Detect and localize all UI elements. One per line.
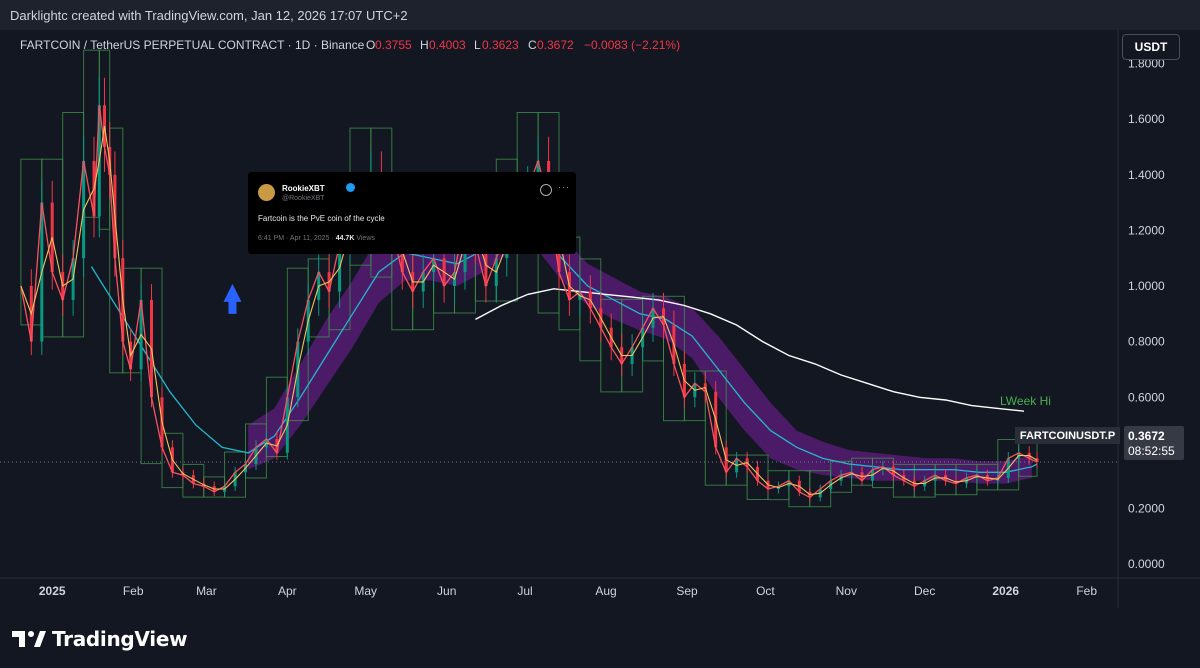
tweet-views-label: Views bbox=[354, 235, 375, 242]
week-hi-label: LWeek Hi bbox=[1000, 394, 1051, 408]
tradingview-logo[interactable]: TradingView bbox=[12, 626, 188, 652]
legend-o-label: O bbox=[366, 38, 375, 52]
tweet-avatar bbox=[258, 184, 275, 201]
current-price: 0.3672 bbox=[1128, 429, 1165, 443]
footer: TradingView bbox=[0, 608, 1200, 668]
x-tick-label: 2025 bbox=[39, 584, 66, 598]
credit-bar: Darklightc created with TradingView.com,… bbox=[0, 0, 1200, 31]
legend-symbol: FARTCOIN / TetherUS PERPETUAL CONTRACT ·… bbox=[20, 38, 365, 52]
legend-h-value: 0.4003 bbox=[429, 38, 466, 52]
tweet-meta: 6:41 PM · Apr 11, 2025 · 44.7K Views bbox=[258, 235, 375, 242]
credit-text: Darklightc created with TradingView.com,… bbox=[10, 8, 408, 23]
x-tick-label: Oct bbox=[756, 584, 775, 598]
x-tick-label: 2026 bbox=[992, 584, 1019, 598]
x-tick-label: Apr bbox=[278, 584, 297, 598]
legend-h-label: H bbox=[420, 38, 429, 52]
verified-badge-icon bbox=[346, 183, 355, 192]
tweet-name: RookieXBT bbox=[282, 184, 325, 193]
y-tick-label: 0.0000 bbox=[1128, 557, 1165, 571]
y-tick-label: 1.0000 bbox=[1128, 279, 1165, 293]
bar-countdown: 08:52:55 bbox=[1128, 444, 1175, 458]
more-options-icon[interactable]: ··· bbox=[558, 182, 570, 192]
legend-c-value: 0.3672 bbox=[537, 38, 574, 52]
x-tick-label: Nov bbox=[836, 584, 857, 598]
y-tick-label: 1.4000 bbox=[1128, 168, 1165, 182]
tweet-views: 44.7K bbox=[335, 235, 355, 242]
tradingview-logo-icon bbox=[12, 631, 46, 647]
legend-c-label: C bbox=[528, 38, 537, 52]
legend-l-label: L bbox=[474, 38, 481, 52]
y-tick-label: 0.2000 bbox=[1128, 502, 1165, 516]
x-tick-label: Dec bbox=[914, 584, 935, 598]
legend-o-value: 0.3755 bbox=[375, 38, 412, 52]
grok-icon[interactable] bbox=[540, 184, 552, 196]
tweet-text: Fartcoin is the PvE coin of the cycle bbox=[258, 214, 385, 223]
x-tick-label: May bbox=[354, 584, 377, 598]
tradingview-brand: TradingView bbox=[52, 627, 188, 651]
tweet-time: 6:41 PM · Apr 11, 2025 · bbox=[258, 235, 336, 242]
current-price-box: 0.3672 08:52:55 bbox=[1124, 426, 1184, 460]
x-tick-label: Feb bbox=[1076, 584, 1097, 598]
x-tick-label: Feb bbox=[123, 584, 144, 598]
x-tick-label: Jun bbox=[437, 584, 456, 598]
tweet-handle: @RookieXBT bbox=[282, 195, 325, 202]
y-tick-label: 0.6000 bbox=[1128, 390, 1165, 404]
legend-change: −0.0083 (−2.21%) bbox=[584, 38, 680, 52]
legend-l-value: 0.3623 bbox=[482, 38, 519, 52]
x-tick-label: Aug bbox=[595, 584, 616, 598]
y-tick-label: 1.2000 bbox=[1128, 223, 1165, 237]
x-tick-label: Mar bbox=[196, 584, 217, 598]
tweet-embed[interactable]: RookieXBT @RookieXBT ··· Fartcoin is the… bbox=[248, 172, 576, 254]
currency-button[interactable]: USDT bbox=[1122, 34, 1180, 60]
symbol-price-tag: FARTCOINUSDT.P bbox=[1015, 427, 1120, 444]
x-tick-label: Sep bbox=[676, 584, 698, 598]
price-chart[interactable]: 1.80001.60001.40001.20001.00000.80000.60… bbox=[0, 30, 1200, 608]
y-tick-label: 1.6000 bbox=[1128, 112, 1165, 126]
y-tick-label: 0.8000 bbox=[1128, 335, 1165, 349]
x-tick-label: Jul bbox=[517, 584, 532, 598]
